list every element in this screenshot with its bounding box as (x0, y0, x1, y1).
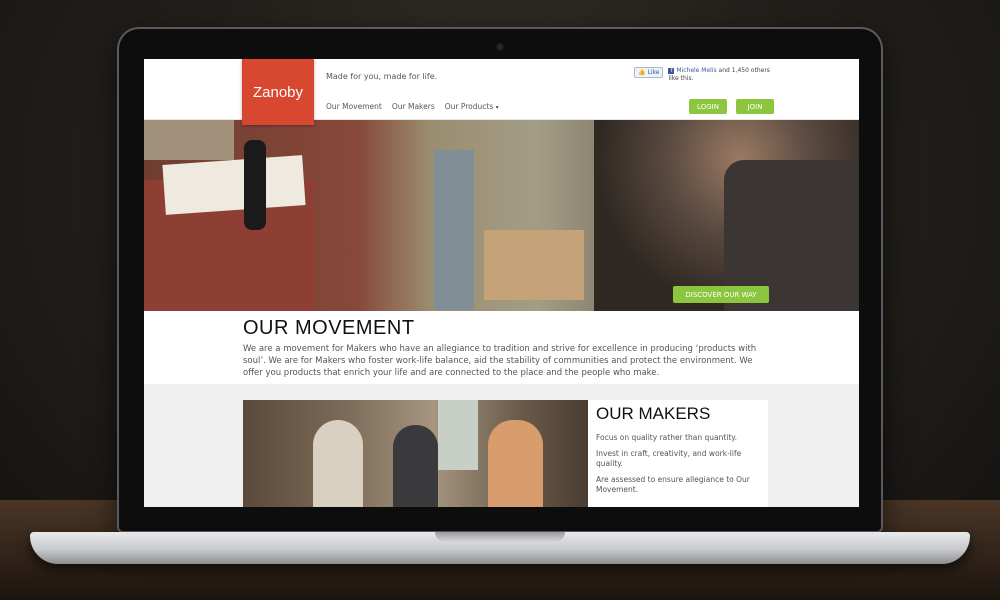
hero-box (434, 150, 474, 310)
maker-person-1 (313, 420, 363, 507)
makers-machine (438, 400, 478, 470)
makers-photo (243, 400, 588, 507)
movement-title: OUR MOVEMENT (243, 317, 415, 339)
makers-point: Invest in craft, creativity, and work-li… (596, 449, 742, 468)
hero-window (144, 120, 234, 160)
nav-our-products-label: Our Products (444, 102, 494, 111)
maker-person-2 (393, 425, 438, 507)
makers-title: OUR MAKERS (596, 404, 711, 423)
nav-our-movement[interactable]: Our Movement (326, 102, 382, 111)
facebook-like-button[interactable]: 👍 Like (634, 67, 664, 78)
thumbs-up-icon: 👍 (638, 69, 646, 76)
site-logo[interactable]: Zanoby (242, 59, 314, 125)
laptop-base (30, 532, 970, 564)
facebook-friend-name[interactable]: Michele Melis (676, 67, 716, 74)
facebook-like-count: f Michele Melis and 1,450 others like th… (668, 67, 773, 83)
hero-paper (162, 155, 306, 215)
join-button[interactable]: JOIN (736, 99, 774, 114)
webcam-icon (496, 43, 504, 51)
maker-person-3 (488, 420, 543, 507)
discover-our-way-button[interactable]: DISCOVER OUR WAY (673, 286, 769, 303)
like-button-label: Like (647, 69, 660, 76)
website-screen: Made for you, made for life. Our Movemen… (144, 59, 859, 507)
hero-handle (244, 140, 266, 230)
chevron-down-icon: ▾ (495, 104, 499, 111)
makers-point: Focus on quality rather than quantity. (596, 433, 738, 442)
facebook-icon: f (668, 68, 675, 74)
hero-banner: DISCOVER OUR WAY (144, 120, 859, 311)
nav-our-products[interactable]: Our Products ▾ (445, 102, 499, 111)
makers-points: Focus on quality rather than quantity. I… (596, 433, 762, 501)
main-nav: Our Movement Our Makers Our Products ▾ (326, 102, 499, 111)
makers-card: OUR MAKERS Focus on quality rather than … (588, 400, 768, 507)
nav-our-makers[interactable]: Our Makers (392, 102, 435, 111)
facebook-like-widget: 👍 Like f Michele Melis and 1,450 others … (634, 67, 773, 83)
movement-text: We are a movement for Makers who have an… (243, 344, 757, 378)
login-button[interactable]: LOGIN (689, 99, 727, 114)
laptop-notch (435, 532, 565, 542)
tagline: Made for you, made for life. (326, 72, 438, 81)
makers-point: Are assessed to ensure allegiance to Our… (596, 475, 750, 494)
hero-board (484, 230, 584, 300)
